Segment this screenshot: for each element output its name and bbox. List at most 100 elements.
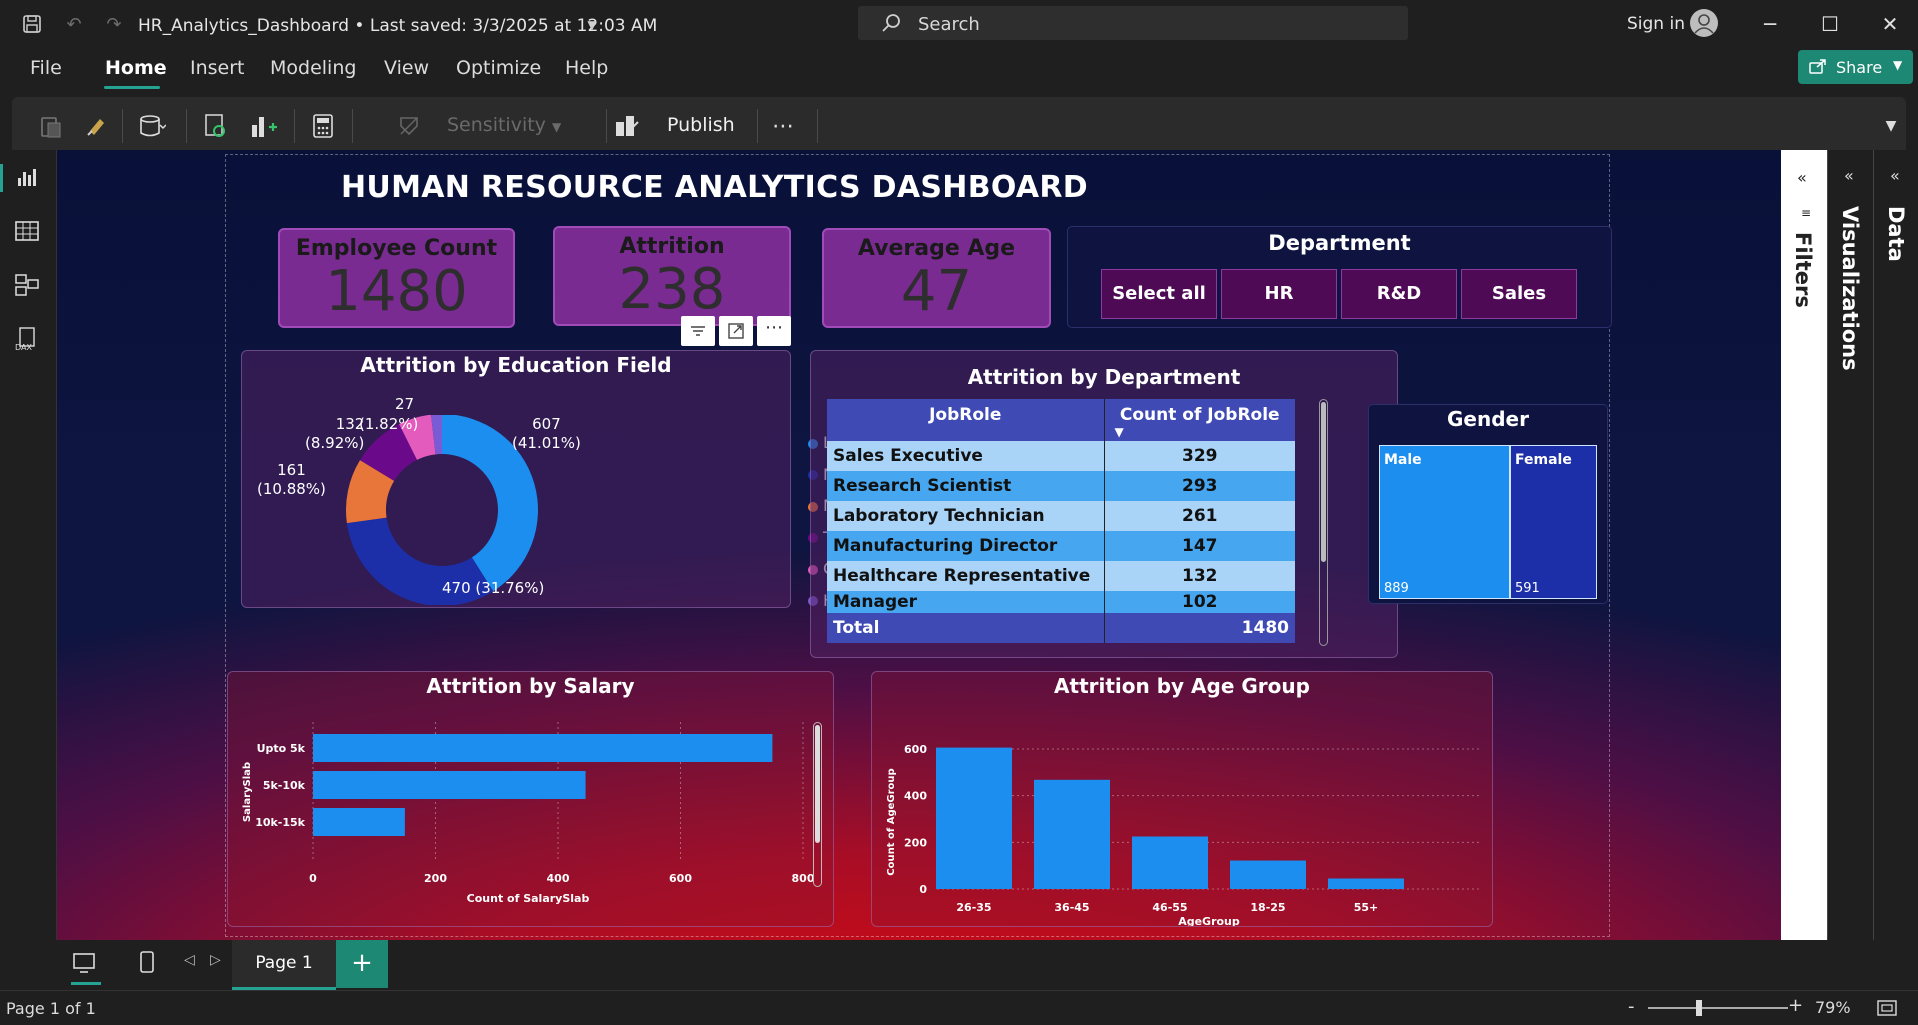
model-view-icon[interactable] <box>14 272 42 300</box>
calculator-icon[interactable] <box>308 111 338 141</box>
zoom-in-icon[interactable]: + <box>1788 995 1803 1016</box>
zoom-slider-thumb[interactable] <box>1696 1000 1702 1016</box>
paste-icon[interactable] <box>36 111 66 141</box>
gender-treemap-panel[interactable]: Gender Male 889 Female 591 <box>1368 404 1608 604</box>
slicer-option-hr[interactable]: HR <box>1221 269 1337 319</box>
active-tab-indicator <box>104 86 160 89</box>
more-options-icon[interactable]: ⋯ <box>757 316 791 346</box>
table-view-icon[interactable] <box>14 218 42 246</box>
add-page-button[interactable]: + <box>336 940 388 988</box>
filter-icon[interactable] <box>681 316 715 346</box>
share-icon <box>1808 57 1828 79</box>
table-total-row: Total 1480 <box>827 613 1295 643</box>
menu-home[interactable]: Home <box>105 57 167 79</box>
redo-icon[interactable]: ↷ <box>102 12 126 36</box>
table-row[interactable]: Manufacturing Director 147 <box>827 531 1295 561</box>
bar[interactable] <box>1230 860 1306 889</box>
bar[interactable] <box>1034 779 1110 889</box>
treemap-female[interactable]: Female 591 <box>1510 445 1597 599</box>
education-chart-panel[interactable]: Attrition by Education Field 607 (41.01%)… <box>241 350 960 610</box>
slicer-option-select-all[interactable]: Select all <box>1101 269 1217 319</box>
avatar[interactable] <box>1690 9 1718 37</box>
table-row[interactable]: Research Scientist 293 <box>827 471 1295 501</box>
refresh-icon[interactable] <box>200 111 230 141</box>
bar[interactable] <box>313 734 773 762</box>
dax-query-view-icon[interactable]: DAX <box>14 326 42 354</box>
age-chart-panel[interactable]: Attrition by Age Group 0 200 400 600 26-35 36… <box>871 671 1493 927</box>
table-row[interactable]: Laboratory Technician 261 <box>827 501 1295 531</box>
slice-label: 27 <box>395 395 415 413</box>
more-options-icon[interactable]: ⋯ <box>768 111 798 141</box>
report-view-icon[interactable] <box>14 164 42 192</box>
expand-icon[interactable]: « <box>1890 166 1900 185</box>
column-header[interactable]: Count of JobRole ▼ <box>1103 399 1295 441</box>
focus-mode-icon[interactable] <box>719 316 753 346</box>
menu-modeling[interactable]: Modeling <box>270 57 356 79</box>
y-tick-label: 10k-15k <box>255 816 305 829</box>
status-bar: Page 1 of 1 - + 79% <box>0 990 1918 1025</box>
kpi-employee-count[interactable]: Employee Count 1480 <box>278 228 515 328</box>
slicer-option-rd[interactable]: R&D <box>1341 269 1457 319</box>
treemap-male[interactable]: Male 889 <box>1379 445 1510 599</box>
maximize-button[interactable]: ☐ <box>1815 10 1845 38</box>
zoom-out-icon[interactable]: - <box>1628 996 1635 1017</box>
get-data-icon[interactable] <box>137 111 167 141</box>
menu-help[interactable]: Help <box>565 57 608 79</box>
menu-file[interactable]: File <box>30 57 62 79</box>
x-tick-label: 800 <box>792 872 815 885</box>
table-row[interactable]: Manager 102 <box>827 591 1295 613</box>
new-visual-icon[interactable] <box>248 111 278 141</box>
chart-scrollbar[interactable] <box>813 722 822 887</box>
mobile-layout-icon[interactable] <box>137 950 157 980</box>
share-button[interactable]: Share ▼ <box>1798 50 1913 84</box>
filter-icon: ≡ <box>1801 206 1812 220</box>
kpi-average-age[interactable]: Average Age 47 <box>822 228 1051 328</box>
sign-in-link[interactable]: Sign in <box>1627 14 1685 34</box>
kpi-label: Attrition <box>619 234 725 259</box>
x-axis-label: Count of SalarySlab <box>467 892 590 905</box>
bar[interactable] <box>313 771 586 799</box>
table-scrollbar[interactable] <box>1319 399 1328 646</box>
tab-page-1[interactable]: Page 1 <box>232 940 336 990</box>
slicer-option-sales[interactable]: Sales <box>1461 269 1577 319</box>
save-icon[interactable] <box>20 12 44 36</box>
column-header[interactable]: JobRole <box>827 399 1104 441</box>
bar[interactable] <box>1132 836 1208 890</box>
next-page-icon[interactable]: ▷ <box>210 952 221 968</box>
department-table-panel[interactable]: Attrition by Department JobRole Count of… <box>810 350 1398 658</box>
bar[interactable] <box>1328 878 1404 890</box>
kpi-attrition[interactable]: Attrition 238 <box>553 226 791 326</box>
table-row[interactable]: Sales Executive 329 <box>827 441 1295 471</box>
prev-page-icon[interactable]: ◁ <box>184 952 195 968</box>
chevron-down-icon[interactable]: ▼ <box>580 13 604 37</box>
fit-to-page-icon[interactable] <box>1876 999 1898 1021</box>
salary-chart-panel[interactable]: Attrition by Salary 0 200 400 600 800 Upto 5k… <box>227 671 834 927</box>
publish-button[interactable]: Publish <box>667 114 735 136</box>
search-input[interactable]: Search <box>858 6 1408 40</box>
close-button[interactable]: ✕ <box>1875 10 1905 38</box>
expand-icon[interactable]: « <box>1797 168 1807 187</box>
salary-bar-chart: 0 200 400 600 800 Upto 5k 5k-10k 10k-15k Count o… <box>242 722 815 905</box>
desktop-layout-icon[interactable] <box>71 950 101 985</box>
table-row[interactable]: Healthcare Representative 132 <box>827 561 1295 591</box>
expand-icon[interactable]: « <box>1844 166 1854 185</box>
kpi-label: Employee Count <box>295 236 498 261</box>
visualizations-pane[interactable]: « Visualizations <box>1827 150 1873 940</box>
y-tick-label: 0 <box>919 883 927 896</box>
bar[interactable] <box>936 747 1012 889</box>
menu-view[interactable]: View <box>384 57 429 79</box>
minimize-button[interactable]: ─ <box>1755 10 1785 38</box>
filters-pane[interactable]: « ≡ Filters <box>1781 150 1827 940</box>
share-label: Share <box>1836 58 1883 77</box>
data-pane[interactable]: « Data <box>1873 150 1918 940</box>
bar[interactable] <box>313 808 405 836</box>
format-painter-icon[interactable] <box>82 111 112 141</box>
menu-insert[interactable]: Insert <box>190 57 245 79</box>
menu-optimize[interactable]: Optimize <box>456 57 541 79</box>
undo-icon[interactable]: ↶ <box>62 12 86 36</box>
collapse-ribbon-icon[interactable]: ▼ <box>1876 111 1906 141</box>
department-slicer: Department Select all HR R&D Sales <box>1067 226 1612 328</box>
data-label: Data <box>1884 206 1908 262</box>
y-tick-label: Upto 5k <box>257 742 306 755</box>
zoom-slider[interactable] <box>1648 1000 1788 1016</box>
